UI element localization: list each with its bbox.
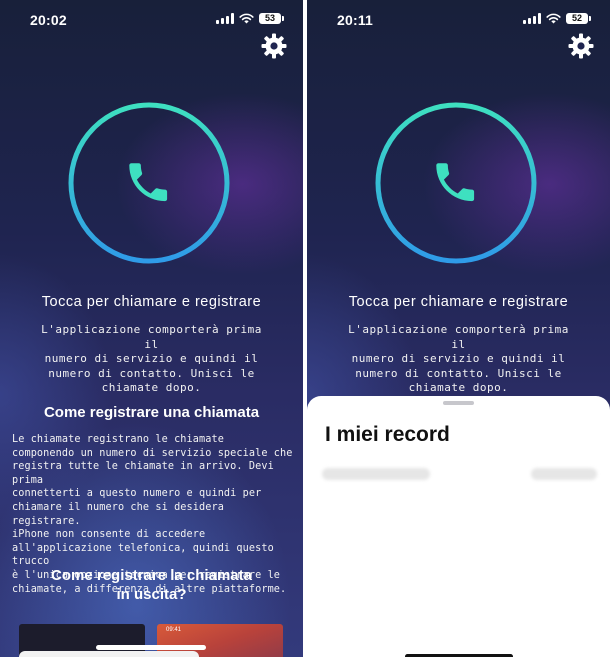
cellular-signal-icon (216, 13, 234, 24)
status-icons: 53 (216, 13, 284, 24)
phone-icon (436, 163, 475, 202)
call-description: L'applicazione comporterà prima il numer… (348, 323, 569, 394)
call-title: Tocca per chiamare e registrare (348, 294, 569, 310)
call-record-button[interactable] (374, 101, 538, 265)
left-screen: 20:02 53 Tocca per chiamare e registrare… (0, 0, 303, 657)
records-sheet[interactable]: I miei record (307, 396, 610, 657)
sheet-peek[interactable] (19, 651, 199, 657)
call-description: L'applicazione comporterà prima il numer… (41, 323, 262, 394)
status-icons: 52 (523, 13, 591, 24)
blurred-record-name[interactable] (322, 468, 430, 480)
thumbnail-time: 09:41 (166, 627, 182, 633)
battery-icon: 53 (259, 13, 284, 24)
call-title: Tocca per chiamare e registrare (41, 294, 262, 310)
gear-icon[interactable] (261, 33, 287, 59)
right-screen: 20:11 52 Tocca per chiamare e registrare… (307, 0, 610, 657)
outgoing-heading: Come registrare la chiamata in uscita? (51, 567, 252, 603)
phone-icon (129, 163, 168, 202)
blurred-record-meta (531, 468, 597, 480)
wifi-icon (546, 13, 561, 24)
sheet-title: I miei record (325, 423, 450, 446)
sheet-drag-handle[interactable] (443, 401, 474, 405)
cellular-signal-icon (523, 13, 541, 24)
status-time: 20:11 (337, 12, 374, 28)
status-time: 20:02 (30, 12, 67, 28)
home-indicator[interactable] (96, 645, 206, 650)
wifi-icon (239, 13, 254, 24)
call-record-button[interactable] (67, 101, 231, 265)
howto-heading: Come registrare una chiamata (43, 404, 260, 421)
gear-icon[interactable] (568, 33, 594, 59)
battery-icon: 52 (566, 13, 591, 24)
